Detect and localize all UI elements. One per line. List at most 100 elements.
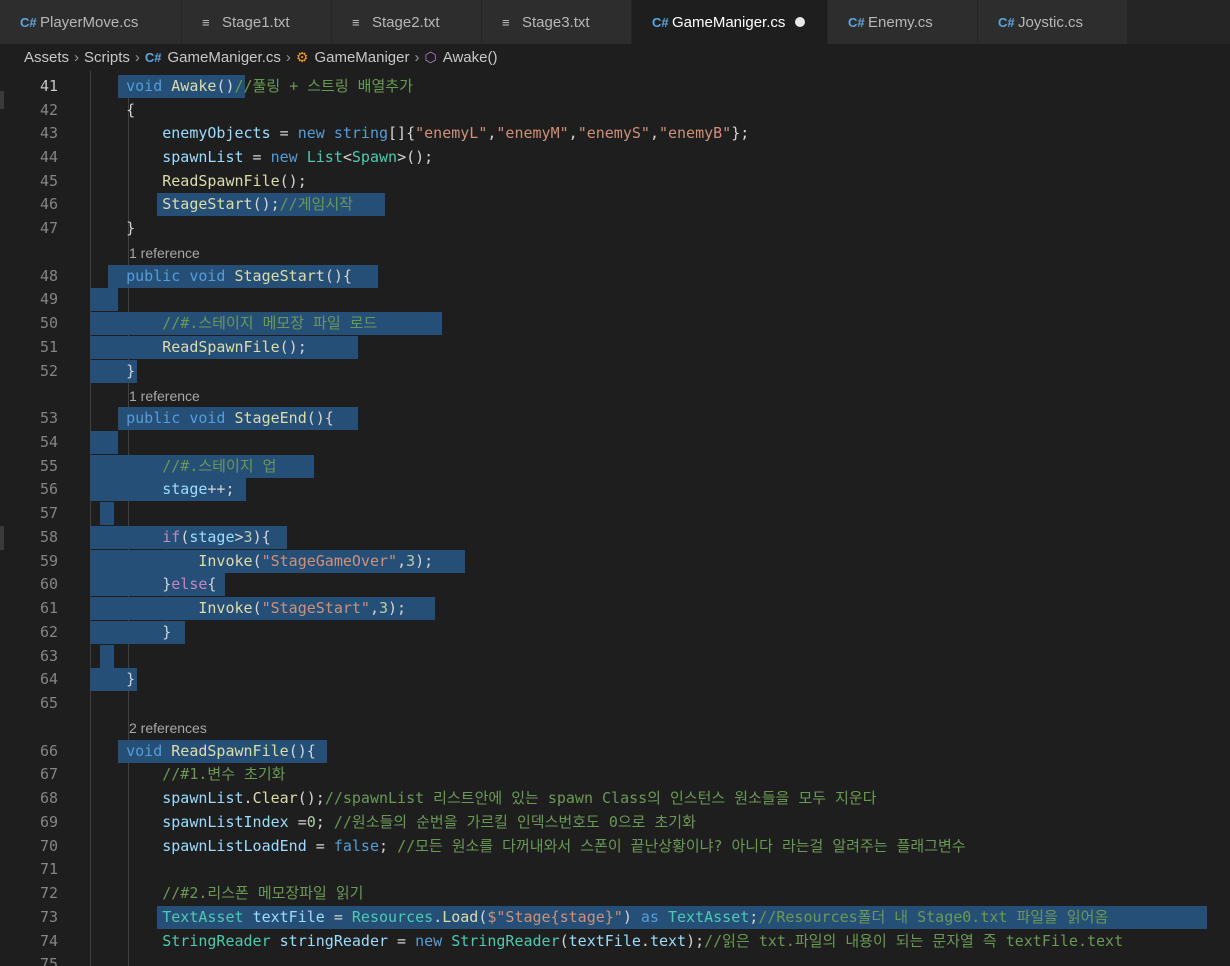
line-number: 62 bbox=[39, 623, 58, 641]
tab-label: Stage1.txt bbox=[222, 13, 290, 31]
breadcrumb-file[interactable]: GameManiger.cs bbox=[167, 49, 280, 66]
breadcrumb: Assets › Scripts › C# GameManiger.cs › ⚙… bbox=[0, 44, 1230, 71]
codelens-references[interactable]: 1 reference bbox=[129, 243, 200, 263]
class-icon: ⚙ bbox=[295, 49, 309, 65]
tab-bar: C# PlayerMove.cs ≡ Stage1.txt ≡ Stage2.t… bbox=[0, 0, 1230, 44]
codelens-references[interactable]: 2 references bbox=[129, 718, 207, 738]
code-line[interactable]: Invoke("StageGameOver",3); bbox=[90, 550, 433, 573]
line-number: 47 bbox=[39, 219, 58, 237]
code-line[interactable]: void Awake()//풀링 + 스트링 배열추가 bbox=[90, 75, 413, 98]
breadcrumb-class[interactable]: GameManiger bbox=[314, 49, 409, 66]
tab-enemy[interactable]: C# Enemy.cs bbox=[828, 0, 978, 44]
selection bbox=[100, 645, 114, 668]
code-line[interactable]: StageStart();//게임시작 bbox=[90, 193, 353, 216]
code-line[interactable]: public void StageEnd(){ bbox=[90, 407, 334, 430]
code-line[interactable]: } bbox=[90, 621, 171, 644]
code-line[interactable]: //#1.변수 초기화 bbox=[90, 763, 285, 786]
line-number: 54 bbox=[39, 433, 58, 451]
line-number: 69 bbox=[39, 813, 58, 831]
line-number: 65 bbox=[39, 694, 58, 712]
line-number: 41 bbox=[39, 77, 58, 95]
code-line[interactable]: } bbox=[90, 217, 135, 240]
code-line[interactable]: spawnListIndex =0; //원소들의 순번을 가르킬 인덱스번호도… bbox=[90, 811, 696, 834]
code-line[interactable]: }else{ bbox=[90, 573, 216, 596]
code-line[interactable]: Invoke("StageStart",3); bbox=[90, 597, 406, 620]
code-line[interactable]: if(stage>3){ bbox=[90, 526, 270, 549]
code-line[interactable]: //#2.리스폰 메모장파일 읽기 bbox=[90, 882, 363, 905]
breadcrumb-scripts[interactable]: Scripts bbox=[84, 49, 130, 66]
tab-stage1[interactable]: ≡ Stage1.txt bbox=[182, 0, 332, 44]
line-number: 75 bbox=[39, 955, 58, 966]
codelens-references[interactable]: 1 reference bbox=[129, 386, 200, 406]
line-number: 45 bbox=[39, 172, 58, 190]
line-number: 50 bbox=[39, 314, 58, 332]
tab-label: Stage3.txt bbox=[522, 13, 590, 31]
line-number: 46 bbox=[39, 195, 58, 213]
line-number: 51 bbox=[39, 338, 58, 356]
line-number: 57 bbox=[39, 504, 58, 522]
code-line[interactable]: spawnListLoadEnd = false; //모든 원소를 다꺼내와서… bbox=[90, 835, 965, 858]
tab-stage3[interactable]: ≡ Stage3.txt bbox=[482, 0, 632, 44]
line-number: 73 bbox=[39, 908, 58, 926]
chevron-right-icon: › bbox=[74, 49, 80, 66]
code-line[interactable]: TextAsset textFile = Resources.Load($"St… bbox=[90, 906, 1108, 929]
tab-label: Joystic.cs bbox=[1018, 13, 1084, 31]
line-number: 53 bbox=[39, 409, 58, 427]
code-line[interactable]: ReadSpawnFile(); bbox=[90, 170, 307, 193]
code-line[interactable]: } bbox=[90, 360, 135, 383]
tab-label: Stage2.txt bbox=[372, 13, 440, 31]
breadcrumb-method[interactable]: Awake() bbox=[443, 49, 498, 66]
csharp-icon: C# bbox=[848, 14, 865, 30]
line-number: 70 bbox=[39, 837, 58, 855]
code-line[interactable]: spawnList = new List<Spawn>(); bbox=[90, 146, 433, 169]
line-number: 74 bbox=[39, 932, 58, 950]
unsaved-dot-icon[interactable] bbox=[795, 17, 806, 27]
line-number: 55 bbox=[39, 457, 58, 475]
line-number: 42 bbox=[39, 101, 58, 119]
tab-playermove[interactable]: C# PlayerMove.cs bbox=[0, 0, 182, 44]
line-number: 72 bbox=[39, 884, 58, 902]
csharp-icon: C# bbox=[998, 14, 1015, 30]
csharp-icon: C# bbox=[652, 14, 669, 30]
line-number: 67 bbox=[39, 765, 58, 783]
code-line[interactable]: stage++; bbox=[90, 478, 234, 501]
text-file-icon: ≡ bbox=[352, 14, 360, 30]
text-file-icon: ≡ bbox=[502, 14, 510, 30]
code-line[interactable]: //#.스테이지 메모장 파일 로드 bbox=[90, 312, 377, 335]
line-number: 52 bbox=[39, 362, 58, 380]
text-file-icon: ≡ bbox=[202, 14, 210, 30]
code-line[interactable]: { bbox=[90, 99, 135, 122]
chevron-right-icon: › bbox=[414, 49, 420, 66]
code-editor[interactable]: 1 reference 1 reference 2 references 41 … bbox=[0, 71, 1230, 966]
csharp-icon: C# bbox=[20, 14, 37, 30]
line-number: 71 bbox=[39, 860, 58, 878]
code-line[interactable]: void ReadSpawnFile(){ bbox=[90, 740, 316, 763]
line-number: 58 bbox=[39, 528, 58, 546]
line-number: 66 bbox=[39, 742, 58, 760]
line-number: 56 bbox=[39, 480, 58, 498]
code-line[interactable]: enemyObjects = new string[]{"enemyL","en… bbox=[90, 122, 749, 145]
line-number: 64 bbox=[39, 670, 58, 688]
code-line[interactable]: spawnList.Clear();//spawnList 리스트안에 있는 s… bbox=[90, 787, 876, 810]
selection bbox=[100, 502, 114, 525]
code-line[interactable]: } bbox=[90, 668, 135, 691]
method-cube-icon: ⬡ bbox=[424, 49, 437, 65]
tab-joystic[interactable]: C# Joystic.cs bbox=[978, 0, 1128, 44]
chevron-right-icon: › bbox=[285, 49, 291, 66]
line-number: 68 bbox=[39, 789, 58, 807]
line-number: 60 bbox=[39, 575, 58, 593]
line-number: 43 bbox=[39, 124, 58, 142]
tab-label: Enemy.cs bbox=[868, 13, 933, 31]
code-line[interactable]: public void StageStart(){ bbox=[90, 265, 352, 288]
tab-label: PlayerMove.cs bbox=[40, 13, 139, 31]
selection bbox=[90, 431, 118, 454]
tab-stage2[interactable]: ≡ Stage2.txt bbox=[332, 0, 482, 44]
breadcrumb-assets[interactable]: Assets bbox=[24, 49, 69, 66]
chevron-right-icon: › bbox=[134, 49, 140, 66]
tab-gamemaniger[interactable]: C# GameManiger.cs bbox=[632, 0, 828, 44]
line-number: 48 bbox=[39, 267, 58, 285]
code-line[interactable]: //#.스테이지 업 bbox=[90, 455, 276, 478]
tab-label: GameManiger.cs bbox=[672, 13, 786, 31]
code-line[interactable]: StringReader stringReader = new StringRe… bbox=[90, 930, 1123, 953]
code-line[interactable]: ReadSpawnFile(); bbox=[90, 336, 307, 359]
